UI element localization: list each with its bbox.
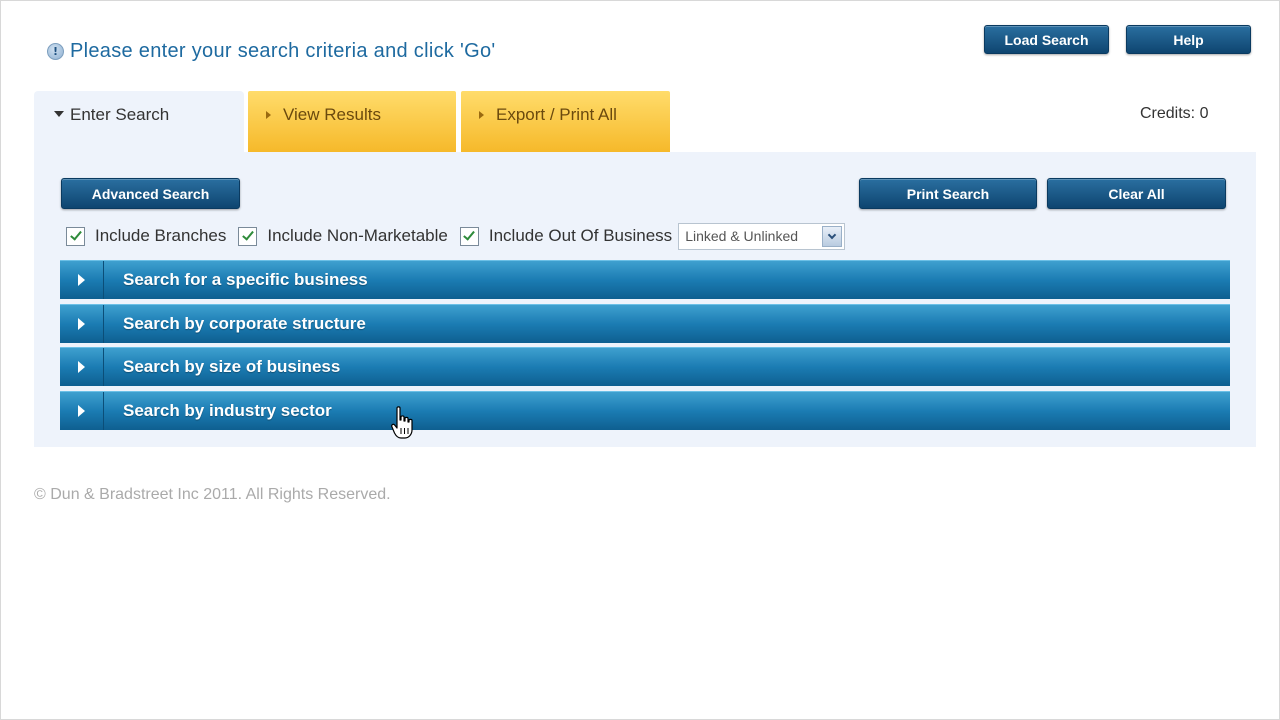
tab-export-print-all[interactable]: Export / Print All bbox=[461, 91, 670, 152]
triangle-right-icon bbox=[266, 111, 271, 119]
copyright-footer: © Dun & Bradstreet Inc 2011. All Rights … bbox=[34, 486, 391, 503]
section-label: Search by corporate structure bbox=[123, 314, 366, 333]
instruction-text: Please enter your search criteria and cl… bbox=[70, 40, 496, 62]
triangle-right-icon bbox=[78, 361, 85, 373]
include-branches-label: Include Branches bbox=[95, 226, 227, 245]
expand-toggle[interactable] bbox=[60, 261, 104, 299]
expand-toggle[interactable] bbox=[60, 305, 104, 343]
advanced-search-button[interactable]: Advanced Search bbox=[61, 178, 240, 209]
include-out-of-business-checkbox[interactable] bbox=[459, 226, 479, 246]
link-type-select[interactable]: Linked & Unlinked bbox=[678, 222, 846, 250]
print-search-button[interactable]: Print Search bbox=[859, 178, 1037, 209]
include-non-marketable-label: Include Non-Marketable bbox=[267, 226, 448, 245]
checkmark-icon bbox=[463, 228, 476, 241]
section-label: Search by industry sector bbox=[123, 401, 332, 420]
include-non-marketable-checkbox[interactable] bbox=[238, 226, 258, 246]
info-circle-icon: ! bbox=[47, 43, 64, 60]
triangle-down-icon bbox=[54, 111, 64, 117]
chevron-down-icon[interactable] bbox=[822, 225, 843, 247]
checkmark-icon bbox=[69, 228, 82, 241]
triangle-right-icon bbox=[78, 318, 85, 330]
section-industry-sector[interactable]: Search by industry sector bbox=[60, 391, 1230, 430]
tab-enter-search[interactable]: Enter Search bbox=[34, 91, 244, 152]
include-out-of-business-label: Include Out Of Business bbox=[488, 226, 673, 245]
triangle-right-icon bbox=[78, 405, 85, 417]
include-branches-checkbox[interactable] bbox=[66, 226, 85, 246]
section-label: Search for a specific business bbox=[123, 270, 368, 289]
include-non-marketable-option[interactable]: Include Non-Marketable bbox=[238, 226, 448, 246]
triangle-right-icon bbox=[479, 111, 484, 119]
instruction-bar: ! Please enter your search criteria and … bbox=[47, 40, 496, 63]
section-size-of-business[interactable]: Search by size of business bbox=[60, 347, 1230, 386]
checkmark-icon bbox=[242, 228, 254, 241]
credits-counter: Credits: 0 bbox=[1140, 105, 1209, 122]
expand-toggle[interactable] bbox=[60, 392, 104, 430]
tab-label: View Results bbox=[283, 105, 381, 124]
expand-toggle[interactable] bbox=[60, 348, 104, 386]
hand-pointer-cursor-icon bbox=[391, 406, 413, 445]
triangle-right-icon bbox=[78, 274, 85, 286]
tab-view-results[interactable]: View Results bbox=[248, 91, 456, 152]
section-label: Search by size of business bbox=[123, 357, 341, 376]
link-type-select-value: Linked & Unlinked bbox=[685, 228, 799, 244]
clear-all-button[interactable]: Clear All bbox=[1047, 178, 1226, 209]
tab-label: Enter Search bbox=[70, 105, 170, 124]
help-button[interactable]: Help bbox=[1126, 25, 1251, 54]
section-corporate-structure[interactable]: Search by corporate structure bbox=[60, 304, 1230, 343]
tab-label: Export / Print All bbox=[496, 105, 617, 124]
load-search-button[interactable]: Load Search bbox=[984, 25, 1109, 54]
include-out-of-business-option[interactable]: Include Out Of Business bbox=[459, 226, 673, 246]
include-branches-option[interactable]: Include Branches bbox=[66, 226, 226, 246]
section-specific-business[interactable]: Search for a specific business bbox=[60, 260, 1230, 299]
search-options: Include Branches Include Non-Marketable … bbox=[66, 222, 846, 250]
